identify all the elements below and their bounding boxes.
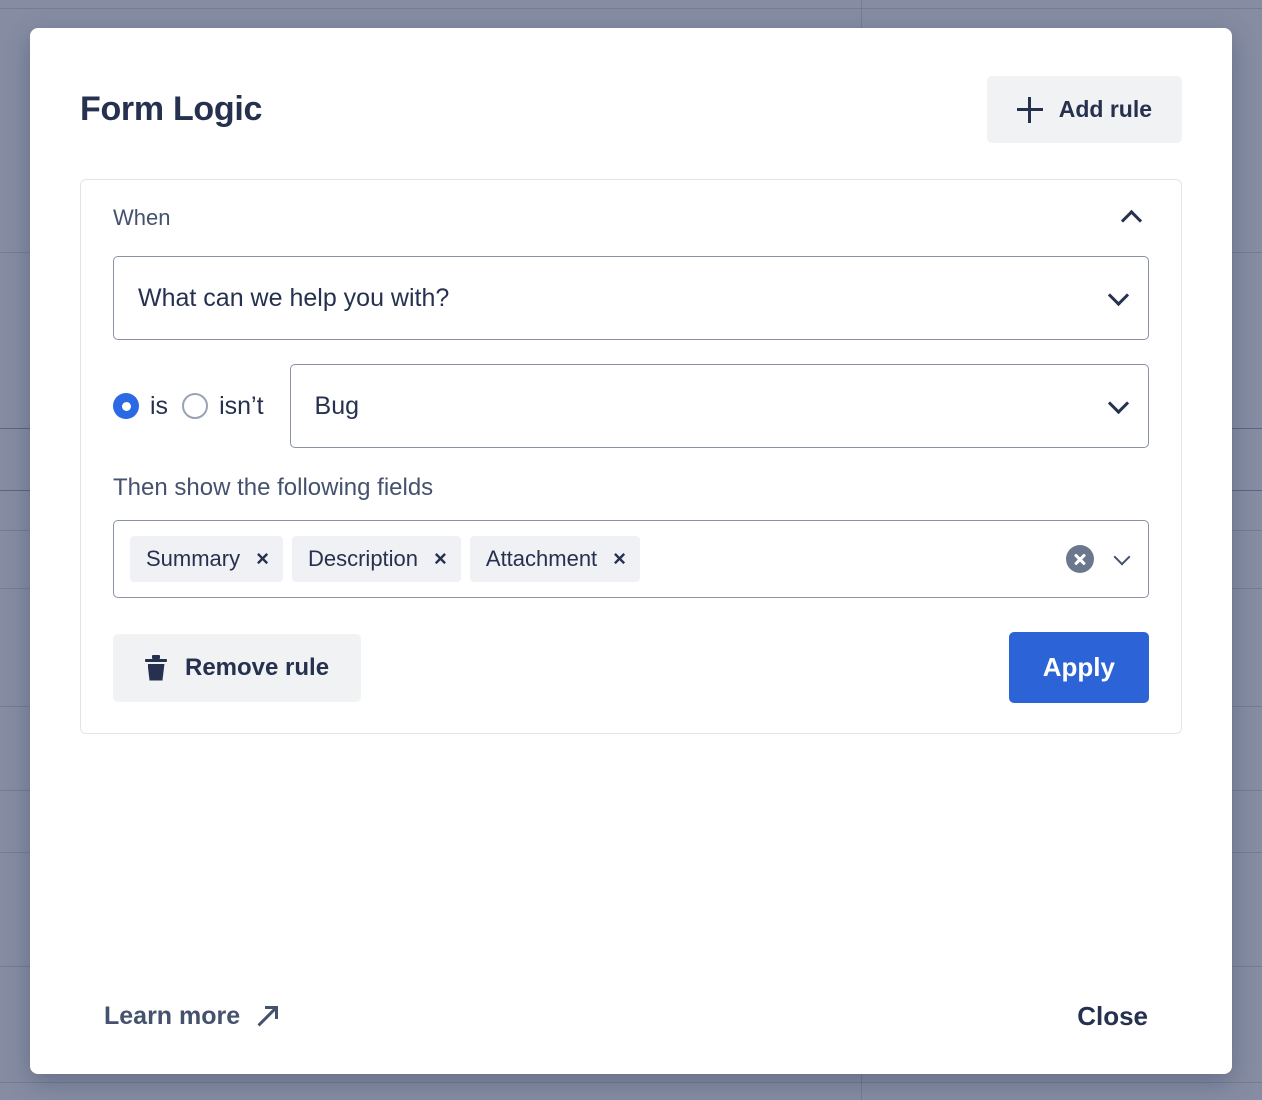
trigger-field-value: What can we help you with? [138,284,449,313]
field-tag: Attachment × [470,536,640,582]
field-tag-label: Description [308,546,418,572]
when-label: When [113,205,170,231]
field-tag-label: Attachment [486,546,597,572]
add-rule-button[interactable]: Add rule [987,76,1182,143]
learn-more-link[interactable]: Learn more [104,1002,278,1031]
multiselect-actions [1052,545,1128,573]
close-button[interactable]: Close [1067,995,1158,1038]
shown-fields-multiselect[interactable]: Summary × Description × Attachment × [113,520,1149,598]
external-link-icon [256,1006,278,1028]
page-title: Form Logic [80,90,262,129]
backdrop-divider [0,8,1262,9]
rule-actions: Remove rule Apply [113,632,1149,703]
radio-label-is: is [150,392,168,421]
collapse-rule-button[interactable] [1114,202,1149,234]
plus-icon [1017,97,1043,123]
radio-selected-icon [113,393,139,419]
field-tag-list: Summary × Description × Attachment × [130,536,1052,582]
backdrop-divider [0,1082,1262,1083]
rule-card-header: When [113,202,1149,234]
remove-rule-label: Remove rule [185,654,329,682]
radio-label-isnt: isn’t [219,392,263,421]
remove-rule-button[interactable]: Remove rule [113,634,361,702]
remove-field-tag-button[interactable]: × [597,548,640,570]
clear-circle-x-icon[interactable] [1066,545,1094,573]
chevron-down-icon [1108,393,1129,414]
apply-button[interactable]: Apply [1009,632,1149,703]
radio-unselected-icon [182,393,208,419]
condition-value: Bug [315,392,359,421]
condition-operator-group: is isn’t [113,392,264,421]
apply-label: Apply [1043,652,1115,682]
radio-option-is[interactable]: is [113,392,168,421]
add-rule-label: Add rule [1059,96,1152,123]
chevron-down-icon[interactable] [1114,548,1131,565]
form-logic-dialog: Form Logic Add rule When What can we hel… [30,28,1232,1074]
remove-field-tag-button[interactable]: × [418,548,461,570]
field-tag: Summary × [130,536,283,582]
chevron-down-icon [1108,285,1129,306]
field-tag-label: Summary [146,546,240,572]
radio-option-isnt[interactable]: isn’t [182,392,263,421]
condition-value-select[interactable]: Bug [290,364,1149,448]
dialog-footer: Learn more Close [80,995,1182,1038]
trigger-field-select[interactable]: What can we help you with? [113,256,1149,340]
trash-icon [145,655,167,681]
remove-field-tag-button[interactable]: × [240,548,283,570]
learn-more-label: Learn more [104,1002,240,1031]
field-tag: Description × [292,536,461,582]
then-show-fields-label: Then show the following fields [113,474,1149,502]
rule-card: When What can we help you with? is isn’t [80,179,1182,734]
dialog-header: Form Logic Add rule [80,76,1182,143]
condition-row: is isn’t Bug [113,364,1149,448]
chevron-up-icon [1121,210,1142,231]
